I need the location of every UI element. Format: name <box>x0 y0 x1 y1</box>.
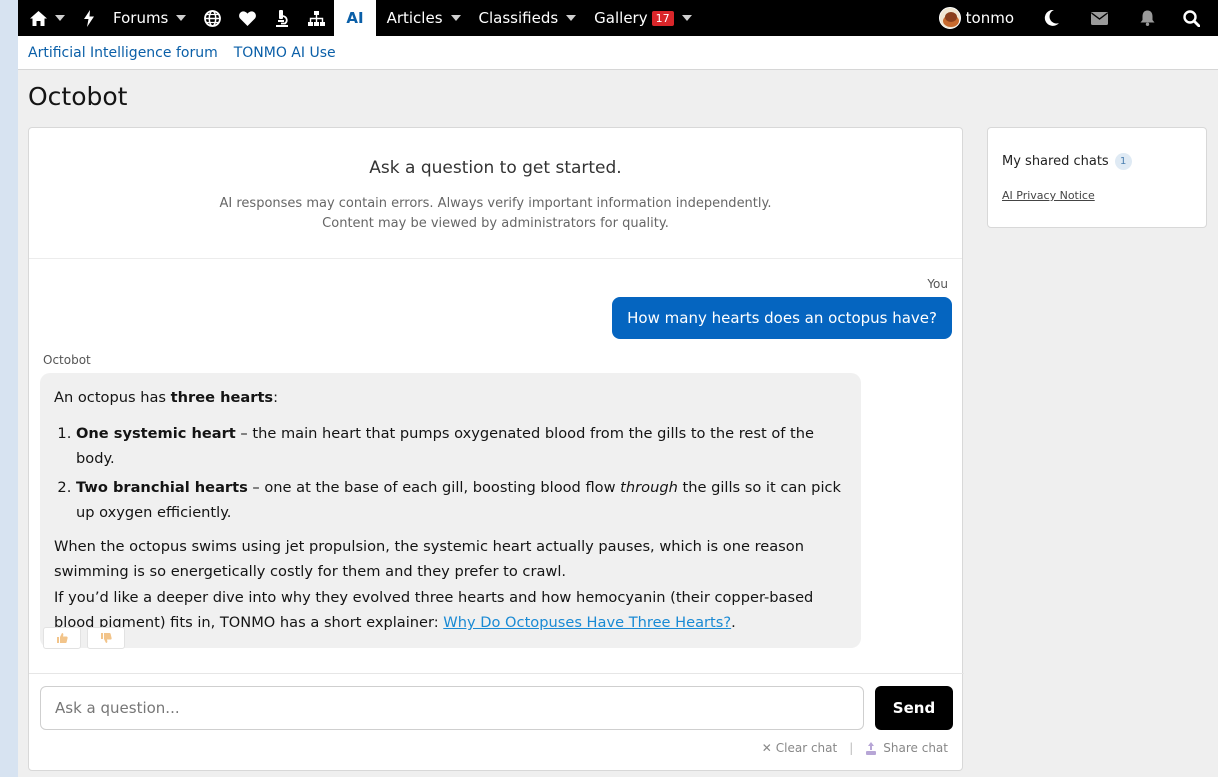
share-chat-button[interactable]: Share chat <box>865 741 948 755</box>
bot-sender-label: Octobot <box>43 353 91 367</box>
classifieds-label: Classifieds <box>478 9 559 27</box>
account-menu[interactable]: tonmo <box>930 0 1028 36</box>
forums-menu[interactable]: Forums <box>104 0 195 36</box>
explainer-link[interactable]: Why Do Octopuses Have Three Hearts? <box>443 614 731 631</box>
shared-chats-label: My shared chats <box>1002 154 1109 169</box>
question-input[interactable] <box>40 686 864 730</box>
shared-chats-link[interactable]: My shared chats 1 <box>1002 153 1192 170</box>
bot-heart-list: One systemic heart – the main heart that… <box>76 421 847 526</box>
sitemap-icon <box>308 10 326 26</box>
breadcrumb-ai-forum[interactable]: Artificial Intelligence forum <box>28 45 218 61</box>
page-title: Octobot <box>28 82 128 111</box>
list-item: Two branchial hearts – one at the base o… <box>76 475 847 526</box>
share-icon <box>866 741 877 755</box>
bell-icon <box>1140 10 1155 26</box>
bot-paragraph-1: When the octopus swims using jet propuls… <box>54 537 804 581</box>
forums-label: Forums <box>113 9 169 27</box>
share-chat-label: Share chat <box>883 741 948 755</box>
sitemap-button[interactable] <box>299 0 334 36</box>
chevron-down-icon <box>681 15 692 21</box>
gallery-menu[interactable]: Gallery 17 <box>585 0 700 36</box>
bot-text: : <box>273 389 279 406</box>
globe-icon <box>204 9 222 27</box>
articles-menu[interactable]: Articles <box>376 0 470 36</box>
disclaimer-line-2: Content may be viewed by administrators … <box>322 216 669 231</box>
thumbs-up-button[interactable] <box>43 627 81 649</box>
search-button[interactable] <box>1171 0 1218 36</box>
chat-panel: Ask a question to get started. AI respon… <box>28 127 964 771</box>
heart-icon <box>239 10 257 26</box>
bot-bold-text: three hearts <box>170 389 274 406</box>
list-item-emphasis: through <box>620 478 678 496</box>
chevron-down-icon <box>55 15 65 21</box>
chevron-down-icon <box>566 15 577 21</box>
feedback-row <box>43 627 125 649</box>
home-icon <box>30 10 47 26</box>
search-icon <box>1183 9 1200 27</box>
composer-divider <box>29 673 964 674</box>
shared-chats-count: 1 <box>1114 153 1132 170</box>
nav-right-group: tonmo <box>930 0 1218 36</box>
bolt-icon <box>84 9 94 27</box>
send-button[interactable]: Send <box>875 686 953 730</box>
clear-chat-label: Clear chat <box>775 741 838 755</box>
science-button[interactable] <box>265 0 299 36</box>
dark-mode-toggle[interactable] <box>1028 0 1075 36</box>
intro-title: Ask a question to get started. <box>369 158 622 178</box>
chat-actions: ✕ Clear chat | Share chat <box>762 741 948 755</box>
tab-ai[interactable]: AI <box>334 0 376 36</box>
bot-message: An octopus has three hearts: One systemi… <box>40 373 861 648</box>
alerts-button[interactable] <box>1124 0 1171 36</box>
envelope-icon <box>1091 11 1108 25</box>
clear-chat-button[interactable]: ✕ Clear chat <box>762 741 838 755</box>
globe-button[interactable] <box>195 0 230 36</box>
bot-paragraph-2: If you’d like a deeper dive into why the… <box>54 585 847 636</box>
chevron-down-icon <box>176 15 187 21</box>
user-sender-label: You <box>927 277 948 291</box>
username: tonmo <box>965 9 1014 27</box>
sidebar: My shared chats 1 AI Privacy Notice <box>987 127 1207 228</box>
list-item-title: Two branchial hearts <box>76 478 248 496</box>
classifieds-menu[interactable]: Classifieds <box>470 0 586 36</box>
thumbs-up-icon <box>57 633 68 643</box>
chat-intro: Ask a question to get started. AI respon… <box>29 128 962 259</box>
top-navbar: Forums AI Articles Classifieds Gallery 1… <box>18 0 1218 36</box>
action-separator: | <box>849 741 854 755</box>
disclaimer-line-1: AI responses may contain errors. Always … <box>219 196 772 211</box>
ai-tab-label: AI <box>346 9 364 27</box>
bot-text: An octopus has <box>54 389 171 406</box>
articles-label: Articles <box>386 9 443 27</box>
breadcrumb: Artificial Intelligence forum TONMO AI U… <box>18 36 1218 70</box>
gallery-count-badge: 17 <box>651 10 674 26</box>
chevron-down-icon <box>450 15 461 21</box>
microscope-icon <box>276 9 289 27</box>
gallery-label: Gallery <box>594 9 648 27</box>
breadcrumb-tonmo-ai-use[interactable]: TONMO AI Use <box>234 45 336 61</box>
whats-new-button[interactable] <box>74 0 104 36</box>
page: Forums AI Articles Classifieds Gallery 1… <box>18 0 1218 777</box>
close-icon: ✕ <box>761 741 772 755</box>
home-menu[interactable] <box>18 0 74 36</box>
thumbs-down-icon <box>101 633 112 643</box>
list-item-text: – one at the base of each gill, boosting… <box>247 478 621 496</box>
moon-icon <box>1044 10 1059 26</box>
list-item: One systemic heart – the main heart that… <box>76 421 847 472</box>
list-item-title: One systemic heart <box>76 424 236 442</box>
thumbs-down-button[interactable] <box>87 627 125 649</box>
ai-privacy-notice-link[interactable]: AI Privacy Notice <box>1002 189 1192 202</box>
bot-text: . <box>731 614 736 631</box>
inbox-button[interactable] <box>1075 0 1124 36</box>
bot-answer-intro: An octopus has three hearts: <box>54 385 847 411</box>
favorites-button[interactable] <box>230 0 265 36</box>
user-message: How many hearts does an octopus have? <box>612 297 952 339</box>
avatar <box>938 7 961 29</box>
